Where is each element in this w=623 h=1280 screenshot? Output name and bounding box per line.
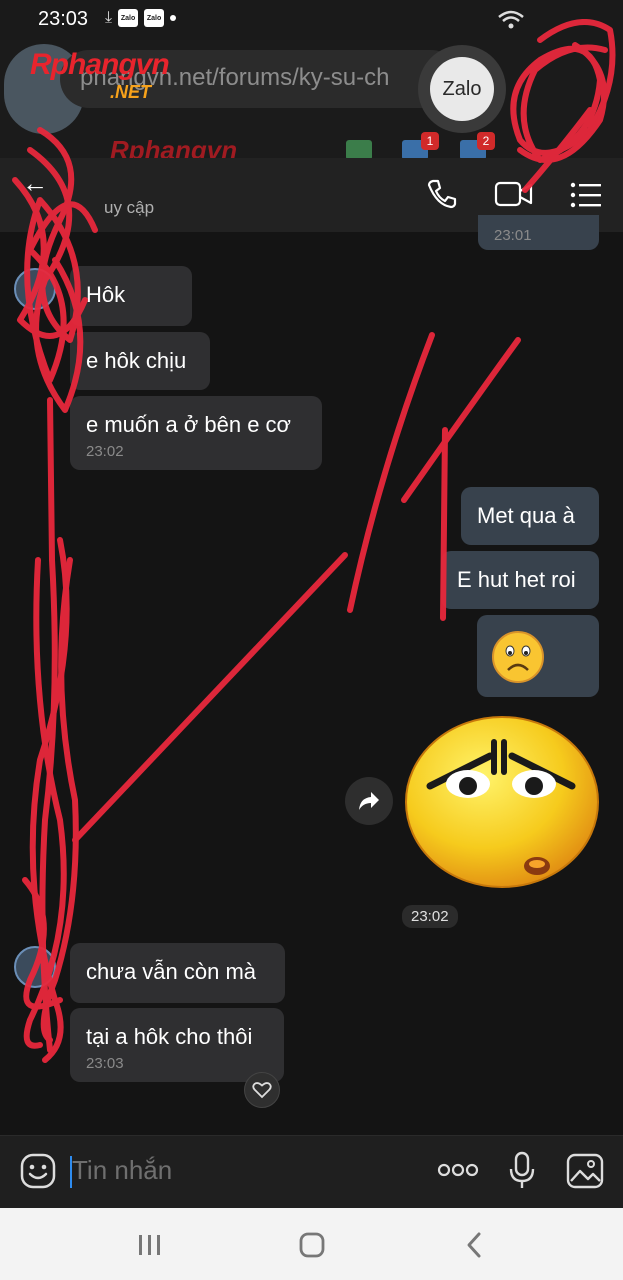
- settings-icon: [346, 140, 372, 160]
- message-text: E hut het roi: [457, 567, 576, 592]
- alert-count-badge: 2: [477, 132, 495, 150]
- video-call-icon[interactable]: [494, 180, 534, 208]
- contact-avatar[interactable]: [14, 268, 56, 310]
- back-nav-icon[interactable]: [464, 1231, 484, 1259]
- zalo-notification-icon: Zalo: [118, 9, 139, 27]
- message-bubble-sent[interactable]: E hut het roi: [441, 551, 599, 609]
- site-logo-suffix: .NET: [110, 82, 152, 102]
- download-icon: ⤓: [105, 9, 113, 26]
- message-bubble-received[interactable]: chưa vẫn còn mà: [70, 943, 285, 1003]
- frowning-face-icon: [492, 631, 544, 683]
- message-bubble-received[interactable]: tại a hôk cho thôi 23:03: [70, 1008, 284, 1082]
- more-options-icon[interactable]: [437, 1162, 479, 1178]
- message-timestamp: 23:02: [86, 443, 124, 460]
- message-text: chưa vẫn còn mà: [86, 959, 257, 984]
- status-bar: [0, 0, 623, 40]
- message-text: Hôk: [86, 282, 126, 307]
- contact-avatar[interactable]: [14, 946, 56, 988]
- zalo-logo: Zalo: [430, 57, 494, 121]
- forward-button[interactable]: [345, 777, 393, 825]
- message-text: e muốn a ở bên e cơ: [86, 412, 291, 437]
- react-heart-button[interactable]: [244, 1072, 280, 1108]
- message-text: e hôk chịu: [86, 348, 187, 373]
- message-bubble[interactable]: 23:01: [478, 215, 599, 250]
- back-arrow-icon[interactable]: ←: [22, 168, 48, 199]
- more-notifications-dot: [170, 15, 177, 21]
- message-timestamp: 23:02: [402, 905, 458, 928]
- message-text: tại a hôk cho thôi: [86, 1024, 253, 1049]
- mail-count-badge: 1: [421, 132, 439, 150]
- heart-icon: [252, 1082, 272, 1099]
- message-timestamp: 23:01: [494, 227, 532, 244]
- message-bubble-sent[interactable]: [477, 615, 599, 697]
- sad-face-sticker[interactable]: [402, 714, 602, 890]
- status-icons: ⤓ Zalo Zalo: [105, 9, 177, 27]
- message-input[interactable]: Tin nhắn: [72, 1155, 172, 1186]
- message-timestamp: 23:03: [86, 1055, 124, 1072]
- message-bubble-received[interactable]: Hôk: [70, 266, 192, 326]
- message-bubble-received[interactable]: e muốn a ở bên e cơ 23:02: [70, 396, 322, 470]
- recent-apps-icon[interactable]: [137, 1233, 163, 1257]
- microphone-icon[interactable]: [508, 1151, 536, 1191]
- message-bubble-received[interactable]: e hôk chịu: [70, 332, 210, 390]
- sticker-emoji-icon[interactable]: [20, 1153, 56, 1189]
- menu-list-icon[interactable]: [570, 182, 602, 208]
- last-seen-status: uy cập: [104, 198, 155, 217]
- phone-call-icon[interactable]: [426, 178, 458, 210]
- message-text: Met qua à: [477, 503, 575, 528]
- home-icon[interactable]: [298, 1231, 326, 1259]
- zalo-chat-head[interactable]: Zalo: [418, 45, 506, 133]
- zalo-notification-icon: Zalo: [144, 9, 165, 27]
- forward-arrow-icon: [359, 792, 379, 810]
- site-logo: Rphangvn: [30, 48, 170, 81]
- wifi-icon: [498, 10, 524, 29]
- status-time: 23:03: [38, 8, 89, 30]
- message-bubble-sent[interactable]: Met qua à: [461, 487, 599, 545]
- image-picker-icon[interactable]: [566, 1153, 604, 1189]
